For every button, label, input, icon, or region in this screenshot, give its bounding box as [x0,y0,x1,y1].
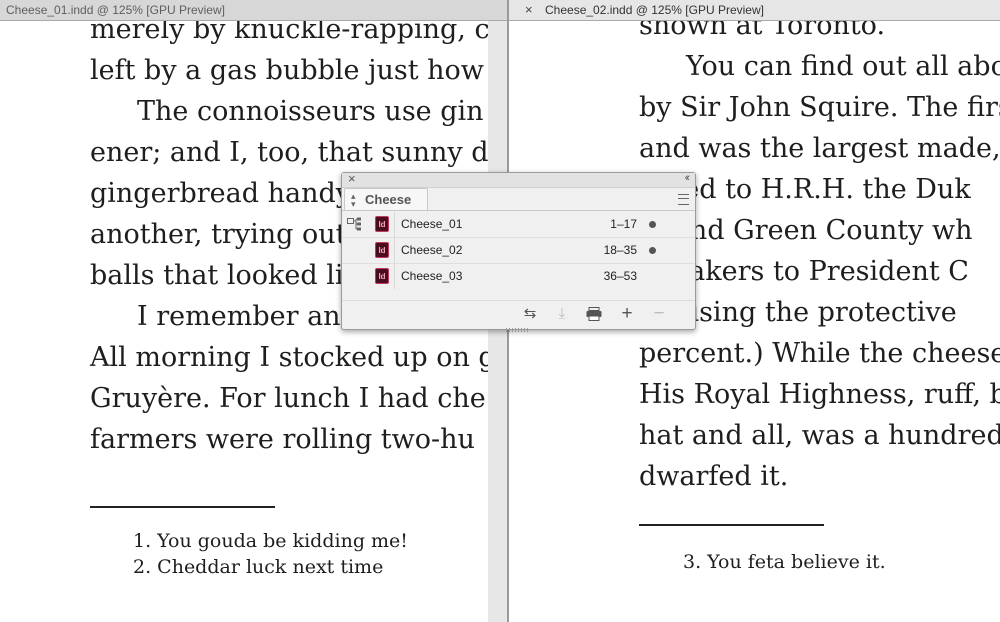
indesign-document-icon: Id [375,268,389,284]
list-item[interactable]: Id Cheese_01 1–17 [342,212,695,238]
panel-menu-icon[interactable] [678,194,689,205]
text-line: His Royal Highness, ruff, b [639,379,1000,410]
text-line: dwarfed it. [639,461,789,492]
close-icon[interactable]: × [348,171,356,186]
tab-arrows-icon: ▴ ▾ [351,191,356,209]
tab-title[interactable]: Cheese_01.indd @ 125% [GPU Preview] [6,3,225,17]
save-book-icon[interactable]: ⤓ [552,305,572,323]
collapse-icon[interactable]: ‹‹ [685,172,691,184]
text-line: left by a gas bubble just how m [90,55,488,86]
add-document-icon[interactable]: + [617,304,637,323]
indesign-document-icon: Id [375,216,389,232]
document-open-icon [649,221,656,228]
text-line: merely by knuckle-rapping, ca [90,21,488,45]
text-line: The connoisseurs use gin [137,96,484,127]
footnote: 1. You gouda be kidding me! [133,530,408,552]
text-line: percent.) While the cheese [639,338,1000,369]
book-panel[interactable]: × ‹‹ ▴ ▾ Cheese Id Cheese_01 1–17 Id Chee… [341,171,696,332]
tab-title[interactable]: Cheese_02.indd @ 125% [GPU Preview] [545,3,764,17]
document-open-icon [649,247,656,254]
text-line: shown at Toronto. [639,21,886,41]
resize-grip[interactable] [506,328,530,332]
remove-document-icon[interactable]: − [649,304,669,323]
document-name: Cheese_02 [401,243,463,257]
text-line: farmers were rolling two-hu [90,424,475,455]
print-book-icon[interactable] [584,305,604,323]
footnote: 2. Cheddar luck next time [133,556,384,578]
document-name: Cheese_03 [401,269,463,283]
tab-cheese-book[interactable]: ▴ ▾ Cheese [344,188,428,211]
text-line: All morning I stocked up on g [90,342,488,373]
text-line: hat and all, was a hundred- [639,420,1000,451]
footnotes: 3. You feta believe it. [683,549,886,575]
footnote-rule [90,506,275,508]
synchronize-icon[interactable]: ⇆ [520,305,540,323]
panel-title-bar[interactable]: × ‹‹ [342,171,695,188]
footnotes: 1. You gouda be kidding me! 2. Cheddar l… [133,528,408,580]
footnote-rule [639,524,824,526]
list-item[interactable]: Id Cheese_02 18–35 [342,238,695,264]
document-tab-cheese-02[interactable]: × Cheese_02.indd @ 125% [GPU Preview] [509,0,1000,21]
tab-close-icon[interactable]: × [525,2,533,17]
text-line: and was the largest made, u [639,133,1000,164]
document-tab-cheese-01[interactable]: Cheese_01.indd @ 125% [GPU Preview] [0,0,507,21]
style-source-icon[interactable] [347,217,363,231]
indesign-document-icon: Id [375,242,389,258]
page-range: 1–17 [610,217,637,231]
page-range: 18–35 [603,243,637,257]
tab-label: Cheese [365,192,412,207]
list-item[interactable]: Id Cheese_03 36–53 [342,264,695,289]
footnote: 3. You feta believe it. [683,551,886,573]
text-line: Gruyère. For lunch I had che [90,383,486,414]
divider [342,210,695,211]
page-range: 36–53 [603,269,637,283]
document-name: Cheese_01 [401,217,463,231]
text-line: You can find out all abou [686,51,1000,82]
book-document-list: Id Cheese_01 1–17 Id Cheese_02 18–35 Id … [342,212,695,289]
text-line: by Sir John Squire. The firs [639,92,1000,123]
text-line: ener; and I, too, that sunny da [90,137,488,168]
panel-footer: ⇆ ⤓ + − [342,300,695,332]
